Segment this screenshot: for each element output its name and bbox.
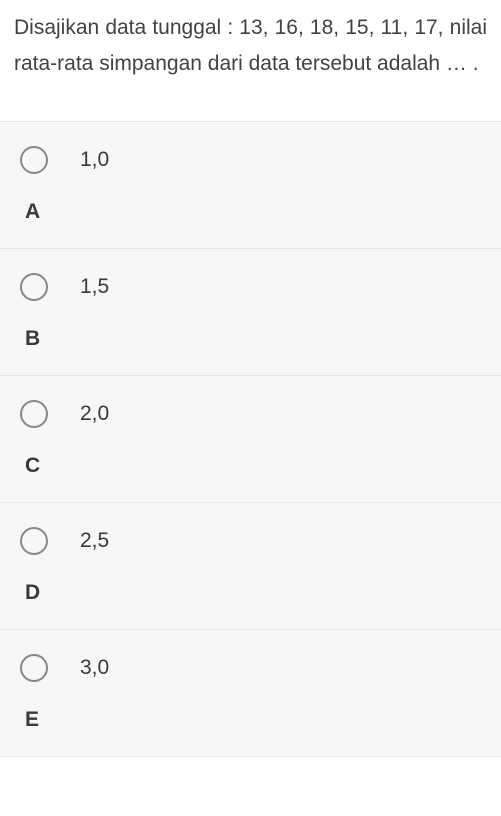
question-text: Disajikan data tunggal : 13, 16, 18, 15,… <box>0 0 501 121</box>
option-top: 1,0 <box>20 146 481 174</box>
radio-icon[interactable] <box>20 400 48 428</box>
radio-icon[interactable] <box>20 654 48 682</box>
option-value: 1,0 <box>80 148 109 172</box>
option-row-a[interactable]: 1,0 A <box>0 121 501 248</box>
option-letter: C <box>20 454 481 478</box>
option-row-b[interactable]: 1,5 B <box>0 248 501 375</box>
option-top: 2,5 <box>20 527 481 555</box>
option-letter: A <box>20 200 481 224</box>
option-letter: B <box>20 327 481 351</box>
options-container: 1,0 A 1,5 B 2,0 C 2,5 D 3,0 E <box>0 121 501 757</box>
option-letter: D <box>20 581 481 605</box>
radio-icon[interactable] <box>20 273 48 301</box>
option-value: 2,5 <box>80 529 109 553</box>
option-letter: E <box>20 708 481 732</box>
option-row-d[interactable]: 2,5 D <box>0 502 501 629</box>
option-value: 3,0 <box>80 656 109 680</box>
option-row-c[interactable]: 2,0 C <box>0 375 501 502</box>
option-top: 3,0 <box>20 654 481 682</box>
option-row-e[interactable]: 3,0 E <box>0 629 501 757</box>
radio-icon[interactable] <box>20 527 48 555</box>
option-value: 1,5 <box>80 275 109 299</box>
option-top: 1,5 <box>20 273 481 301</box>
option-top: 2,0 <box>20 400 481 428</box>
option-value: 2,0 <box>80 402 109 426</box>
radio-icon[interactable] <box>20 146 48 174</box>
